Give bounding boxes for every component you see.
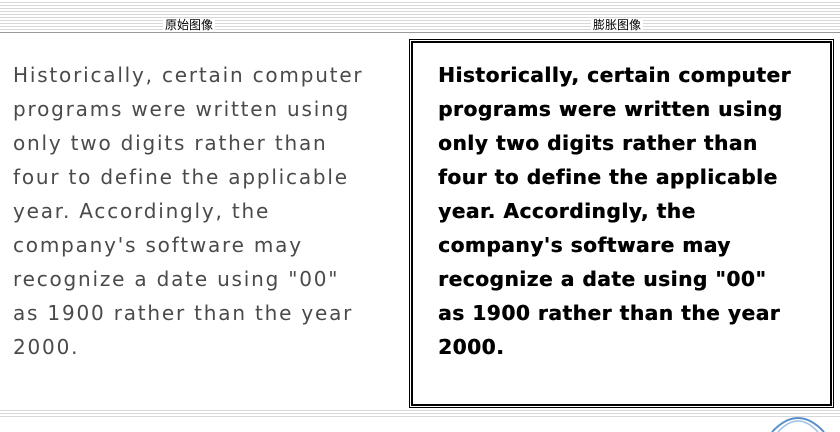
logo-arc-icon (771, 417, 825, 432)
dilated-text: Historically, certain computer programs … (438, 63, 791, 359)
header-bar: 原始图像 膨胀图像 (0, 0, 840, 38)
header-divider (0, 32, 840, 33)
dilated-image-label: 膨胀图像 (591, 18, 644, 32)
original-image-label: 原始图像 (163, 18, 216, 32)
footer-bar (0, 408, 840, 418)
original-text: Historically, certain computer programs … (13, 63, 364, 359)
header-stripes (0, 0, 840, 30)
